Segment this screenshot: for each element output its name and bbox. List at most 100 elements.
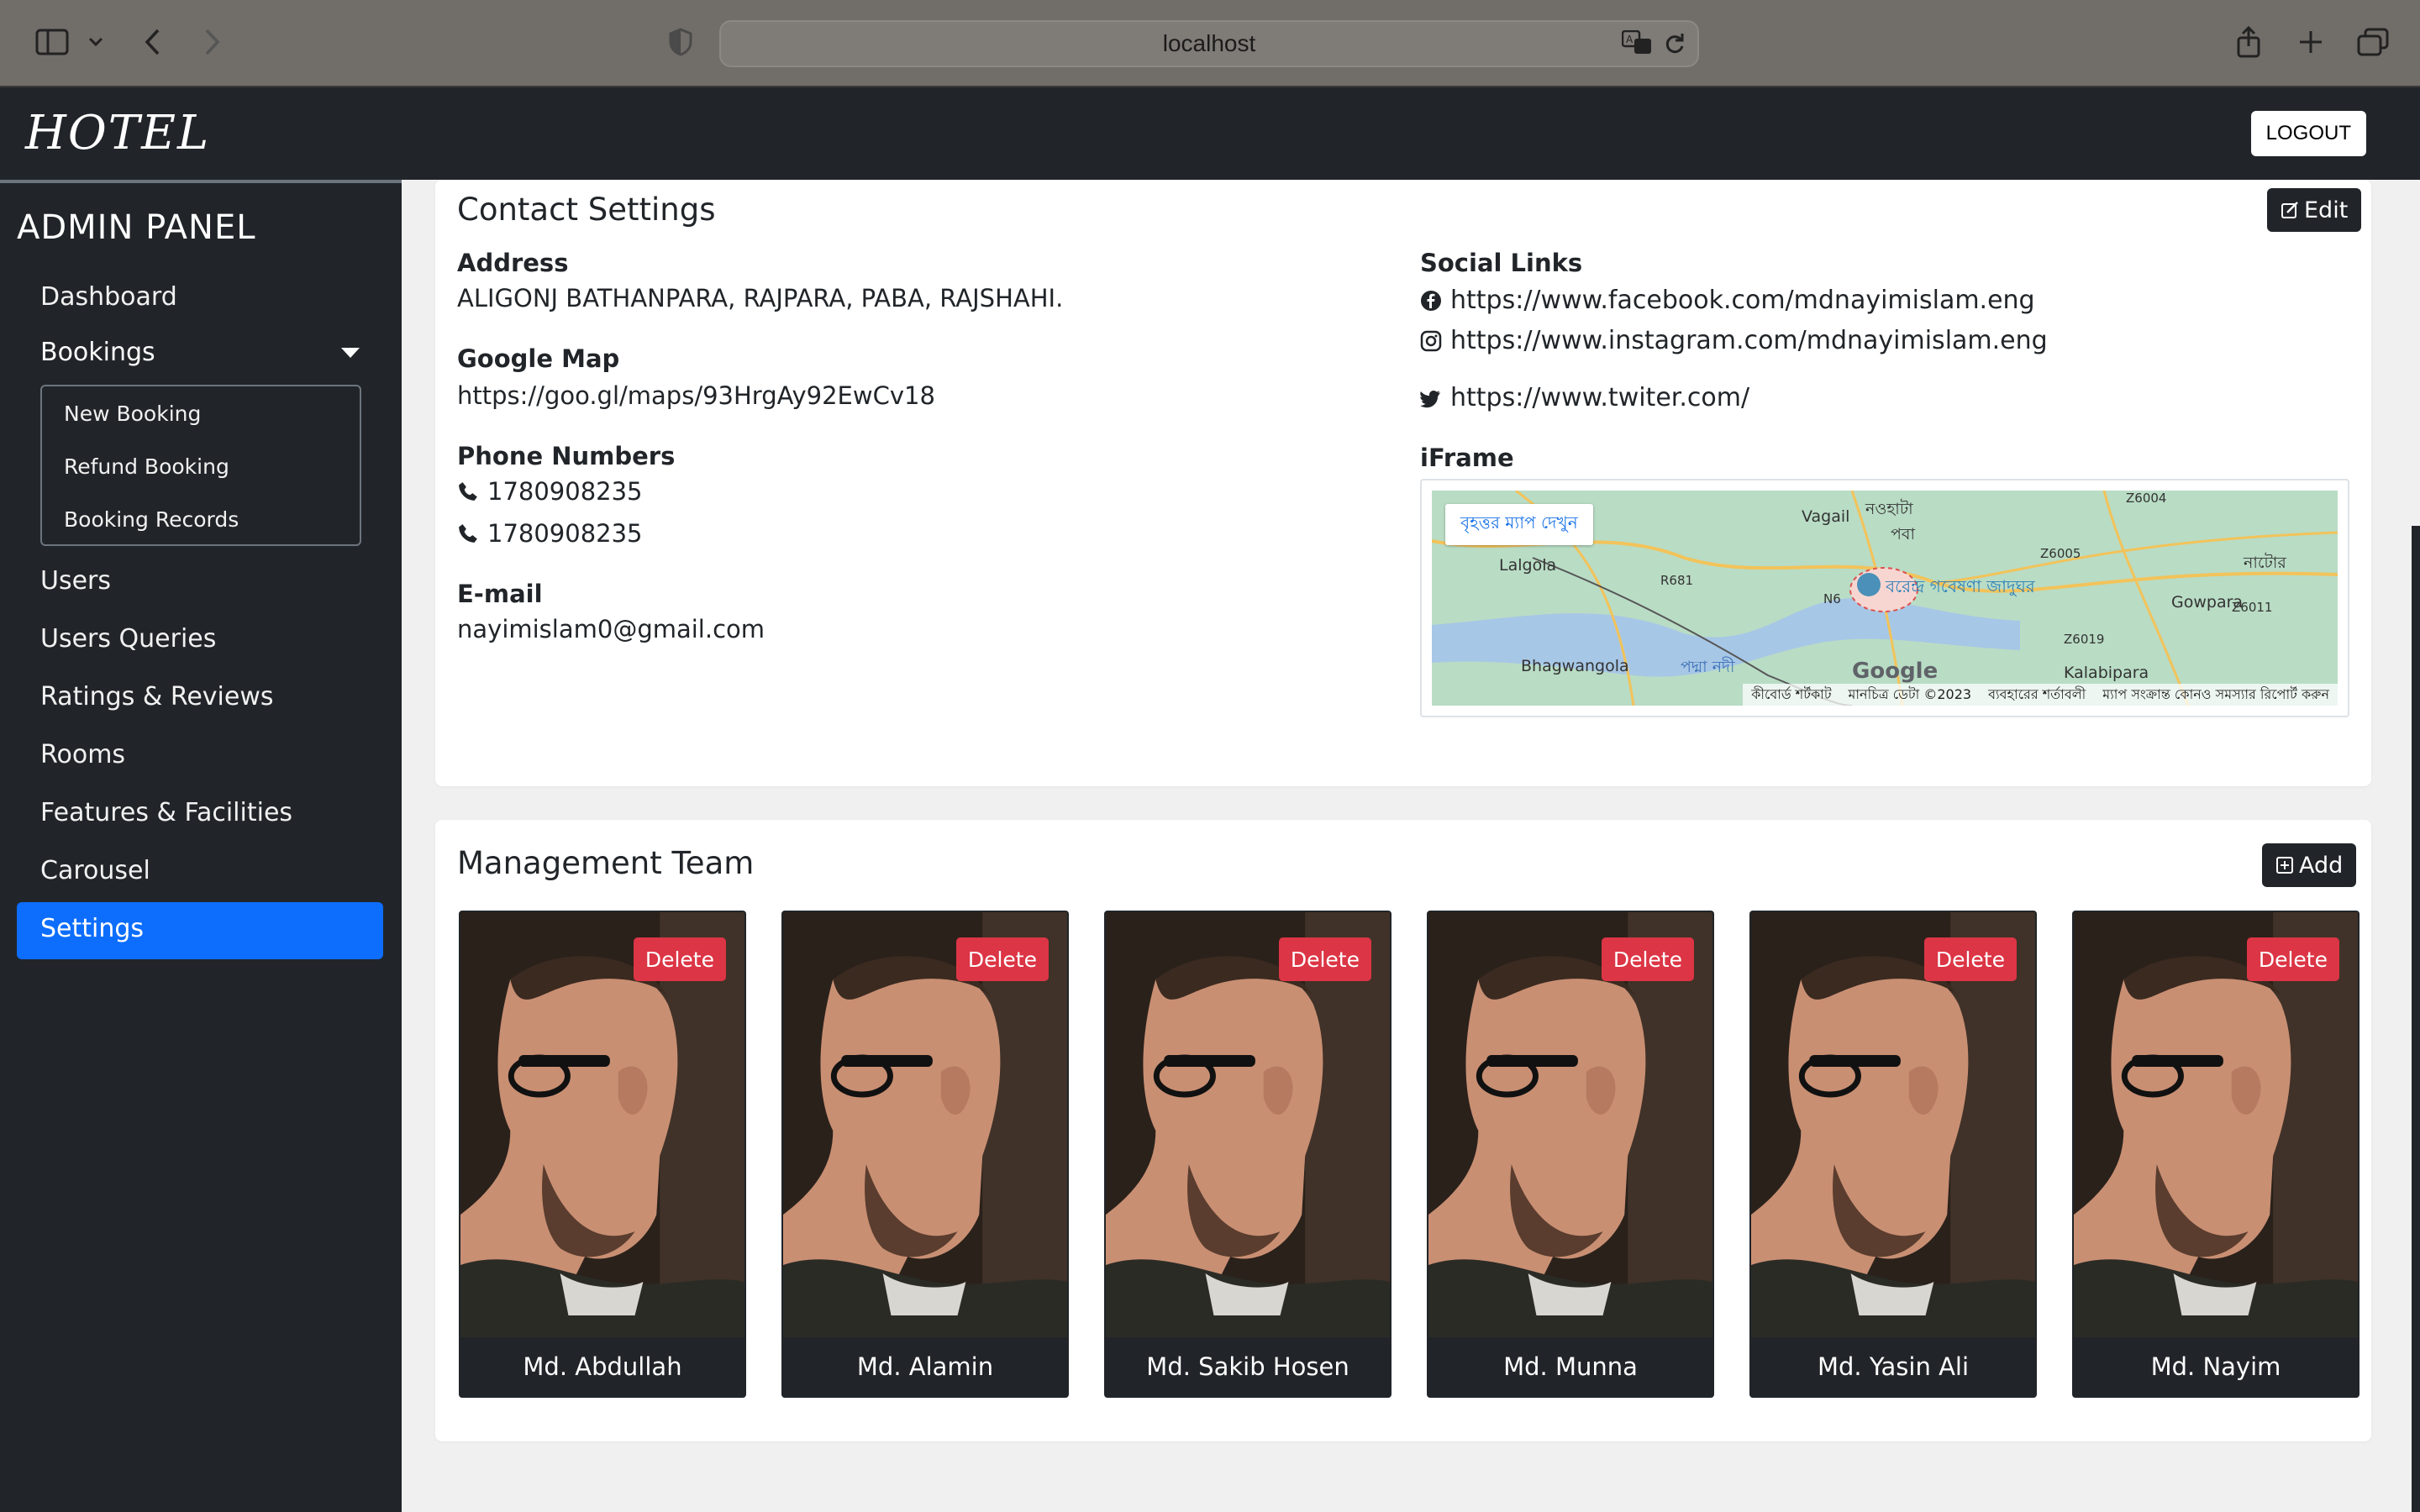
map-footer-item: মানচিত্র ডেটা ©2023 bbox=[1848, 685, 1972, 702]
sidebar-item-label: Settings bbox=[40, 914, 145, 943]
sidebar-item-settings[interactable]: Settings bbox=[17, 902, 383, 959]
map-road-label: Z6005 bbox=[2040, 546, 2081, 561]
member-name: Md. Abdullah bbox=[460, 1337, 744, 1396]
tab-overview-icon[interactable] bbox=[2354, 24, 2391, 60]
delete-member-button[interactable]: Delete bbox=[633, 937, 726, 981]
google-map-link: https://goo.gl/maps/93HrgAy92EwCv18 bbox=[457, 381, 935, 410]
add-member-button[interactable]: Add bbox=[2262, 843, 2357, 887]
submenu-item-booking-records[interactable]: Booking Records bbox=[64, 507, 239, 532]
map-road-label: Z6004 bbox=[2126, 491, 2167, 506]
google-logo: Google bbox=[1852, 659, 1939, 684]
share-icon[interactable] bbox=[2232, 24, 2265, 60]
translate-icon[interactable]: A bbox=[1621, 29, 1654, 61]
address-label: Address bbox=[457, 249, 569, 277]
twitter-icon bbox=[1420, 390, 1440, 407]
app-header: HOTEL LOGOUT bbox=[0, 87, 2420, 180]
phone-icon bbox=[459, 482, 477, 501]
sidebar-item-ratings-reviews[interactable]: Ratings & Reviews bbox=[40, 682, 274, 711]
team-member-card: Delete Md. Alamin bbox=[781, 911, 1069, 1398]
sidebar-item-carousel[interactable]: Carousel bbox=[40, 856, 150, 885]
delete-member-button[interactable]: Delete bbox=[1278, 937, 1371, 981]
caret-down-icon bbox=[341, 347, 360, 358]
instagram-url: https://www.instagram.com/mdnayimislam.e… bbox=[1450, 326, 2048, 355]
member-name: Md. Nayim bbox=[2074, 1337, 2358, 1396]
sidebar-item-users[interactable]: Users bbox=[40, 566, 111, 596]
bookings-submenu: New Booking Refund Booking Booking Recor… bbox=[40, 385, 361, 546]
add-label: Add bbox=[2299, 852, 2344, 879]
delete-member-button[interactable]: Delete bbox=[1601, 937, 1694, 981]
team-member-card: Delete Md. Munna bbox=[1427, 911, 1714, 1398]
edit-contact-button[interactable]: Edit bbox=[2267, 188, 2362, 232]
map-place-label: Kalabipara bbox=[2064, 664, 2149, 682]
map-footer-item[interactable]: ম্যাপ সংক্রান্ত কোনও সমস্যার রিপোর্ট করু… bbox=[2102, 684, 2329, 706]
map-road-label: R681 bbox=[1660, 573, 1694, 588]
iframe-label: iFrame bbox=[1420, 444, 1514, 472]
sidebar-item-bookings[interactable]: Bookings bbox=[40, 338, 360, 367]
facebook-link: https://www.facebook.com/mdnayimislam.en… bbox=[1420, 286, 2035, 315]
new-tab-icon[interactable] bbox=[2294, 24, 2328, 60]
phone-number-1: 1780908235 bbox=[457, 477, 643, 506]
phone-text: 1780908235 bbox=[487, 519, 643, 548]
admin-sidebar: ADMIN PANEL Dashboard Bookings New Booki… bbox=[0, 183, 402, 1512]
delete-member-button[interactable]: Delete bbox=[955, 937, 1049, 981]
map-place-label: নওহাটা bbox=[1865, 500, 1913, 518]
delete-member-button[interactable]: Delete bbox=[1923, 937, 2017, 981]
contact-settings-title: Contact Settings bbox=[457, 192, 716, 228]
chevron-down-icon[interactable] bbox=[84, 24, 108, 60]
map-place-label: Lalgola bbox=[1499, 556, 1557, 575]
back-icon[interactable] bbox=[139, 24, 166, 60]
privacy-shield-icon[interactable] bbox=[664, 24, 697, 60]
map-road-label: Z6019 bbox=[2064, 632, 2105, 647]
iframe-map-container: বৃহত্তর ম্যাপ দেখুন Vagail Lalgola Gowpa… bbox=[1420, 479, 2349, 717]
svg-text:A: A bbox=[1626, 34, 1634, 45]
edit-icon bbox=[2281, 202, 2298, 218]
sidebar-item-rooms[interactable]: Rooms bbox=[40, 740, 125, 769]
phone-icon bbox=[459, 524, 477, 543]
social-links-label: Social Links bbox=[1420, 249, 1583, 277]
sidebar-item-label: Bookings bbox=[40, 338, 155, 367]
team-member-card: Delete Md. Abdullah bbox=[459, 911, 746, 1398]
email-label: E-mail bbox=[457, 580, 543, 608]
facebook-url: https://www.facebook.com/mdnayimislam.en… bbox=[1450, 286, 2035, 315]
email-value: nayimislam0@gmail.com bbox=[457, 615, 765, 643]
map-road-label: N6 bbox=[1823, 591, 1841, 606]
sidebar-item-features-facilities[interactable]: Features & Facilities bbox=[40, 798, 292, 827]
sidebar-item-dashboard[interactable]: Dashboard bbox=[40, 282, 177, 312]
submenu-item-refund-booking[interactable]: Refund Booking bbox=[64, 454, 229, 479]
map-footer: কীবোর্ড শর্টকাট মানচিত্র ডেটা ©2023 ব্যব… bbox=[1743, 684, 2338, 706]
map-place-label: পদ্মা নদী bbox=[1681, 658, 1735, 676]
forward-icon[interactable] bbox=[198, 24, 225, 60]
url-text: localhost bbox=[1162, 30, 1256, 56]
map-place-label: Bhagwangola bbox=[1521, 657, 1629, 675]
member-name: Md. Yasin Ali bbox=[1751, 1337, 2035, 1396]
sidebar-title: ADMIN PANEL bbox=[17, 208, 256, 247]
map-footer-item[interactable]: কীবোর্ড শর্টকাট bbox=[1751, 684, 1831, 706]
phone-number-2: 1780908235 bbox=[457, 519, 643, 548]
member-name: Md. Alamin bbox=[783, 1337, 1067, 1396]
brand-logo[interactable]: HOTEL bbox=[25, 106, 210, 160]
page-scrollbar[interactable] bbox=[2412, 526, 2420, 1512]
logout-button[interactable]: LOGOUT bbox=[2250, 111, 2366, 156]
map-road-label: Z6011 bbox=[2232, 600, 2273, 615]
map-place-label: পবা bbox=[1891, 525, 1915, 543]
delete-member-button[interactable]: Delete bbox=[2246, 937, 2339, 981]
embedded-map[interactable]: বৃহত্তর ম্যাপ দেখুন Vagail Lalgola Gowpa… bbox=[1432, 491, 2338, 706]
instagram-icon bbox=[1420, 330, 1442, 351]
view-larger-map-link[interactable]: বৃহত্তর ম্যাপ দেখুন bbox=[1445, 504, 1593, 545]
edit-label: Edit bbox=[2304, 197, 2349, 223]
team-member-card: Delete Md. Sakib Hosen bbox=[1104, 911, 1392, 1398]
sidebar-toggle-icon[interactable] bbox=[32, 24, 72, 60]
map-place-label: Vagail bbox=[1802, 507, 1850, 526]
sidebar-item-users-queries[interactable]: Users Queries bbox=[40, 624, 216, 654]
management-team-title: Management Team bbox=[457, 845, 755, 881]
submenu-item-new-booking[interactable]: New Booking bbox=[64, 402, 201, 426]
phone-numbers-label: Phone Numbers bbox=[457, 442, 676, 470]
reload-icon[interactable] bbox=[1664, 32, 1686, 61]
plus-square-icon bbox=[2276, 857, 2293, 874]
member-name: Md. Munna bbox=[1428, 1337, 1712, 1396]
address-value: ALIGONJ BATHANPARA, RAJPARA, PABA, RAJSH… bbox=[457, 284, 1064, 312]
team-member-card: Delete Md. Nayim bbox=[2072, 911, 2360, 1398]
map-footer-item[interactable]: ব্যবহারের শর্তাবলী bbox=[1988, 684, 2086, 706]
browser-toolbar: localhost A bbox=[0, 0, 2420, 87]
address-bar[interactable]: localhost A bbox=[719, 20, 1699, 67]
